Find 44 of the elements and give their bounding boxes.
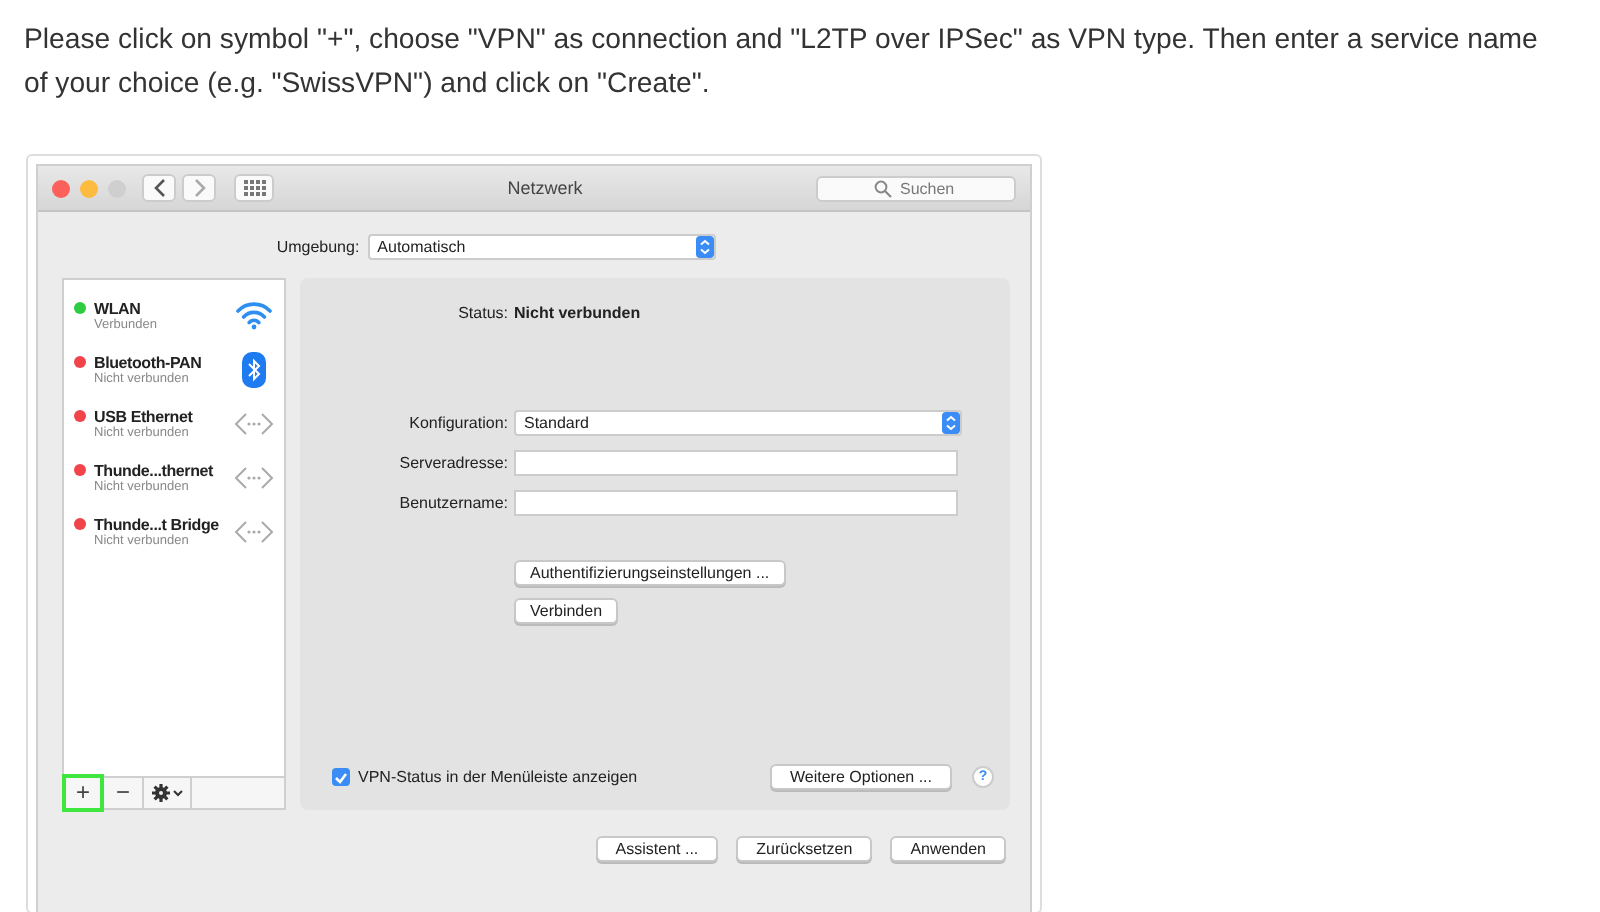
assistant-button[interactable]: Assistent ... [595, 836, 719, 862]
service-name: WLAN [94, 299, 143, 317]
window-title: Netzwerk [505, 178, 585, 198]
network-arrows-icon [234, 409, 274, 437]
close-button[interactable] [52, 179, 70, 197]
field-label: Serveradresse: [397, 454, 508, 472]
more-options-button[interactable]: Weitere Optionen ... [770, 764, 952, 790]
input-field[interactable] [514, 450, 958, 476]
connect-button[interactable]: Verbinden [514, 598, 619, 624]
instruction-text: Please click on symbol "+", choose "VPN" as connection and "L2TP over IPSec" as VPN type. Then enter a service name of your choice (e.g. "SwissVPN") and click on "Create". [22, 20, 1540, 102]
chevron-right-icon [193, 178, 205, 198]
service-name: Bluetooth-PAN [94, 353, 204, 371]
wifi-icon [234, 300, 274, 330]
location-dropdown[interactable]: Automatisch [367, 234, 716, 260]
minimize-button[interactable] [80, 179, 98, 197]
authentication-settings-button[interactable]: Authentifizierungseinstellungen ... [514, 560, 786, 586]
revert-button[interactable]: Zurücksetzen [736, 836, 873, 862]
service-name: USB Ethernet [94, 407, 195, 425]
service-name: Thunde...thernet [94, 461, 215, 479]
checkmark-icon [334, 771, 348, 783]
service-name: Thunde...t Bridge [94, 515, 221, 533]
bluetooth-icon [242, 351, 266, 387]
checkbox[interactable] [332, 768, 350, 786]
search-icon [874, 179, 892, 197]
chevron-left-icon [153, 178, 165, 198]
grid-icon [243, 180, 265, 196]
add-service-button[interactable]: + [62, 774, 104, 812]
apply-button[interactable]: Anwenden [890, 836, 1006, 862]
status-label: Status: [456, 304, 508, 322]
configuration-dropdown[interactable]: Standard [514, 410, 962, 436]
network-arrows-icon [234, 463, 274, 491]
gear-icon [151, 784, 183, 802]
status-value: Nicht verbunden [514, 304, 641, 322]
network-arrows-icon [234, 517, 274, 545]
field-label: Konfiguration: [407, 414, 508, 432]
back-button[interactable] [142, 174, 176, 202]
field-label: Benutzername: [397, 494, 508, 512]
input-field[interactable] [514, 490, 958, 516]
search-field[interactable]: Suchen [816, 175, 1016, 201]
show-all-button[interactable] [234, 174, 274, 202]
stepper-icon [695, 236, 714, 258]
checkbox-label: VPN-Status in der Menüleiste anzeigen [358, 768, 638, 786]
stepper-icon [942, 412, 960, 434]
location-label: Umgebung: [276, 238, 360, 256]
